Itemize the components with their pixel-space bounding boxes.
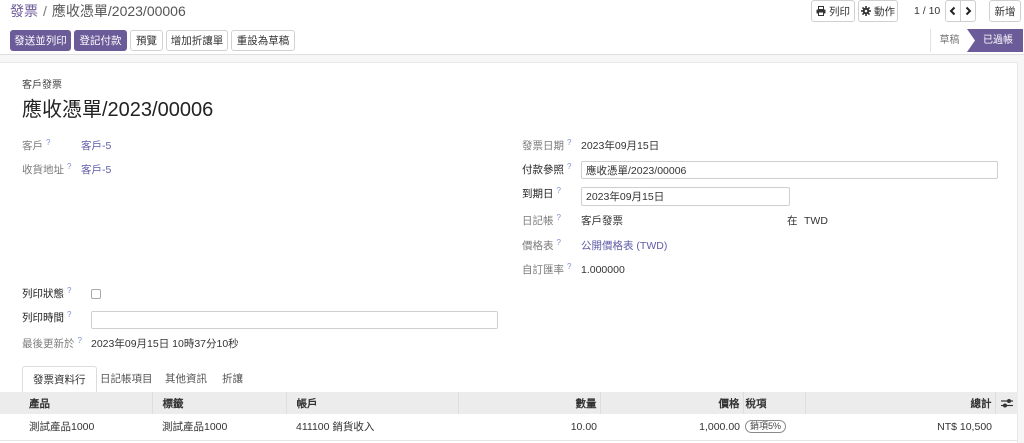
payment-reference-label: 付款參照? (522, 162, 571, 178)
sliders-icon (1000, 397, 1013, 409)
journal-in-word: 在 (787, 215, 798, 227)
column-header-quantity[interactable]: 數量 (457, 392, 600, 414)
help-icon[interactable]: ? (67, 310, 71, 319)
tab-invoice-lines[interactable]: 發票資料行 (22, 366, 97, 392)
column-header-price[interactable]: 價格 (599, 392, 743, 414)
cell-label[interactable]: 測試產品1000 (152, 414, 286, 441)
help-icon[interactable]: ? (67, 162, 71, 171)
print-status-label-text: 列印狀態 (22, 288, 64, 300)
help-icon[interactable]: ? (46, 138, 50, 147)
tax-badge: 銷項5% (745, 420, 787, 434)
due-date-label: 到期日? (522, 186, 561, 202)
table-header-row: 產品 標籤 帳戶 數量 價格 稅項 總計 (0, 392, 1018, 414)
journal-value: 客戶發票 (581, 215, 623, 227)
help-icon[interactable]: ? (78, 336, 82, 345)
column-header-taxes[interactable]: 稅項 (742, 392, 805, 414)
tab-other-info[interactable]: 其他資訊 (155, 366, 217, 392)
pricelist-label-text: 價格表 (522, 240, 554, 252)
customer-label-text: 客戶 (22, 140, 43, 152)
preview-button[interactable]: 預覽 (130, 30, 163, 51)
last-updated-label: 最後更新於? (22, 336, 82, 352)
print-time-input[interactable] (91, 311, 498, 329)
delivery-address-label-text: 收貨地址 (22, 164, 64, 176)
tab-journal-items[interactable]: 日記帳項目 (90, 366, 163, 392)
breadcrumb: 發票 / 應收憑單/2023/00006 (10, 2, 186, 20)
journal-label-text: 日記帳 (522, 215, 554, 227)
cell-total: NT$ 10,500 (805, 414, 995, 441)
invoice-number-title: 應收憑單/2023/00006 (22, 99, 214, 121)
delivery-address-value-link[interactable]: 客戶-5 (81, 163, 111, 177)
print-button[interactable]: 列印 (811, 0, 855, 22)
due-date-label-text: 到期日 (522, 188, 554, 200)
customer-label: 客戶? (22, 138, 50, 154)
cell-taxes[interactable]: 銷項5% (743, 414, 805, 441)
print-button-label: 列印 (829, 5, 850, 18)
print-icon (816, 6, 826, 16)
cell-quantity[interactable]: 10.00 (458, 414, 600, 441)
cell-spacer (995, 414, 1018, 441)
print-time-label-text: 列印時間 (22, 312, 64, 324)
column-header-product[interactable]: 產品 (0, 392, 152, 414)
due-date-input[interactable] (581, 187, 790, 206)
help-icon[interactable]: ? (567, 162, 571, 171)
tab-discount[interactable]: 折讓 (212, 366, 253, 392)
status-step-posted: 已過帳 (967, 29, 1023, 52)
custom-rate-label: 自訂匯率? (522, 262, 571, 278)
pricelist-label: 價格表? (522, 238, 561, 254)
custom-rate-label-text: 自訂匯率 (522, 264, 564, 276)
custom-rate-value: 1.000000 (581, 264, 625, 276)
status-step-draft: 草稿 (930, 29, 968, 52)
breadcrumb-current: 應收憑單/2023/00006 (51, 3, 186, 19)
reset-to-draft-button[interactable]: 重設為草稿 (231, 30, 295, 51)
chevron-right-icon (964, 6, 972, 16)
move-type-label: 客戶發票 (22, 80, 62, 91)
print-status-label: 列印狀態? (22, 286, 71, 302)
help-icon[interactable]: ? (557, 186, 561, 195)
column-header-account[interactable]: 帳戶 (285, 392, 458, 414)
help-icon[interactable]: ? (567, 138, 571, 147)
print-status-checkbox[interactable] (91, 289, 101, 299)
delivery-address-label: 收貨地址? (22, 162, 71, 178)
pager-previous-button[interactable] (945, 0, 961, 22)
pricelist-value-link[interactable]: 公開價格表 (TWD) (581, 239, 667, 253)
pager-value[interactable]: 1 / 10 (914, 0, 940, 22)
breadcrumb-parent-link[interactable]: 發票 (10, 3, 38, 19)
breadcrumb-separator: / (43, 3, 47, 19)
invoice-date-label: 發票日期? (522, 138, 571, 154)
send-and-print-button[interactable]: 發送並列印 (10, 30, 71, 51)
last-updated-label-text: 最後更新於 (22, 338, 75, 350)
action-button-label: 動作 (874, 5, 895, 18)
column-header-total[interactable]: 總計 (804, 392, 995, 414)
register-payment-button[interactable]: 登記付款 (74, 30, 127, 51)
help-icon[interactable]: ? (567, 262, 571, 271)
journal-currency: TWD (804, 215, 828, 227)
control-panel-divider (0, 54, 1024, 55)
customer-value-link[interactable]: 客戶-5 (81, 139, 111, 153)
column-header-label[interactable]: 標籤 (151, 392, 286, 414)
add-credit-note-button[interactable]: 增加折讓單 (166, 30, 228, 51)
gear-icon (861, 6, 871, 16)
print-time-label: 列印時間? (22, 310, 71, 326)
help-icon[interactable]: ? (557, 213, 561, 222)
help-icon[interactable]: ? (557, 238, 561, 247)
payment-reference-input[interactable] (581, 161, 998, 179)
table-row[interactable]: 測試產品1000 測試產品1000 411100 銷貨收入 10.00 1,00… (0, 414, 1018, 441)
invoice-date-value: 2023年09月15日 (581, 140, 660, 152)
cell-account[interactable]: 411100 銷貨收入 (286, 414, 458, 441)
help-icon[interactable]: ? (67, 286, 71, 295)
invoice-lines-table: 產品 標籤 帳戶 數量 價格 稅項 總計 測試產品1000 測試產品1000 4… (0, 392, 1018, 441)
chevron-left-icon (949, 6, 957, 16)
action-button[interactable]: 動作 (858, 0, 898, 22)
journal-label: 日記帳? (522, 213, 561, 229)
pager-next-button[interactable] (960, 0, 976, 22)
optional-columns-toggle[interactable] (994, 392, 1018, 414)
invoice-date-label-text: 發票日期 (522, 140, 564, 152)
payment-reference-label-text: 付款參照 (522, 164, 564, 176)
new-button[interactable]: 新增 (989, 0, 1021, 22)
last-updated-value: 2023年09月15日 10時37分10秒 (91, 338, 239, 350)
cell-price[interactable]: 1,000.00 (600, 414, 743, 441)
cell-product[interactable]: 測試產品1000 (0, 414, 152, 441)
